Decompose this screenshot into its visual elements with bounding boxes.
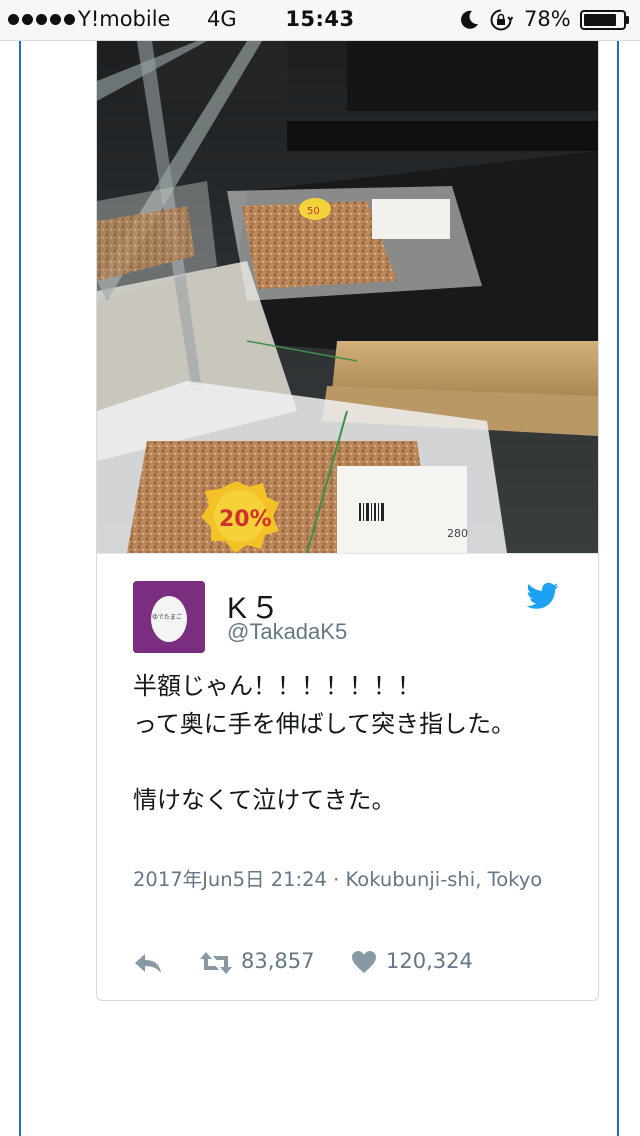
front-label-price: 280	[447, 527, 468, 540]
tweet-timestamp-location[interactable]: 2017年Jun5日 21:24 · Kokubunji-shi, Tokyo	[133, 865, 573, 895]
photo-divider	[97, 553, 598, 554]
front-price-sticker: 20%	[219, 507, 272, 532]
battery-icon	[580, 10, 629, 30]
like-count: 120,324	[386, 949, 473, 973]
moon-icon	[461, 10, 478, 29]
tweet-photo[interactable]: 50 280 20%	[97, 41, 598, 553]
rotation-lock-icon	[490, 9, 513, 31]
author-screen-name[interactable]: @TakadaK5	[227, 619, 347, 645]
battery-percent: 78%	[524, 7, 571, 31]
back-price-sticker: 50	[307, 206, 320, 217]
tweet-text: 半額じゃん！！！！！！！ って奥に手を伸ばして突き指した。 情けなくて泣けてきた…	[133, 672, 516, 814]
tweet-actions: 83,857 120,324	[133, 946, 573, 982]
twitter-bird-icon[interactable]	[527, 582, 559, 610]
heart-icon[interactable]	[351, 950, 377, 974]
avatar[interactable]: ゆでたまご	[133, 581, 205, 653]
page-border-right	[617, 41, 619, 1136]
page-border-left	[19, 41, 21, 1136]
retweet-icon[interactable]	[199, 950, 233, 976]
retweet-count: 83,857	[241, 949, 315, 973]
reply-icon[interactable]	[133, 951, 163, 975]
avatar-egg-label: ゆでたまご	[152, 613, 182, 621]
embedded-tweet-card[interactable]: 50 280 20% ゆでたまご K５ @TakadaK5 半額じゃん！！！！！…	[96, 41, 599, 1001]
status-bar: Y!mobile 4G 15:43 78%	[0, 0, 640, 41]
egg-avatar-icon: ゆでたまご	[133, 581, 205, 653]
